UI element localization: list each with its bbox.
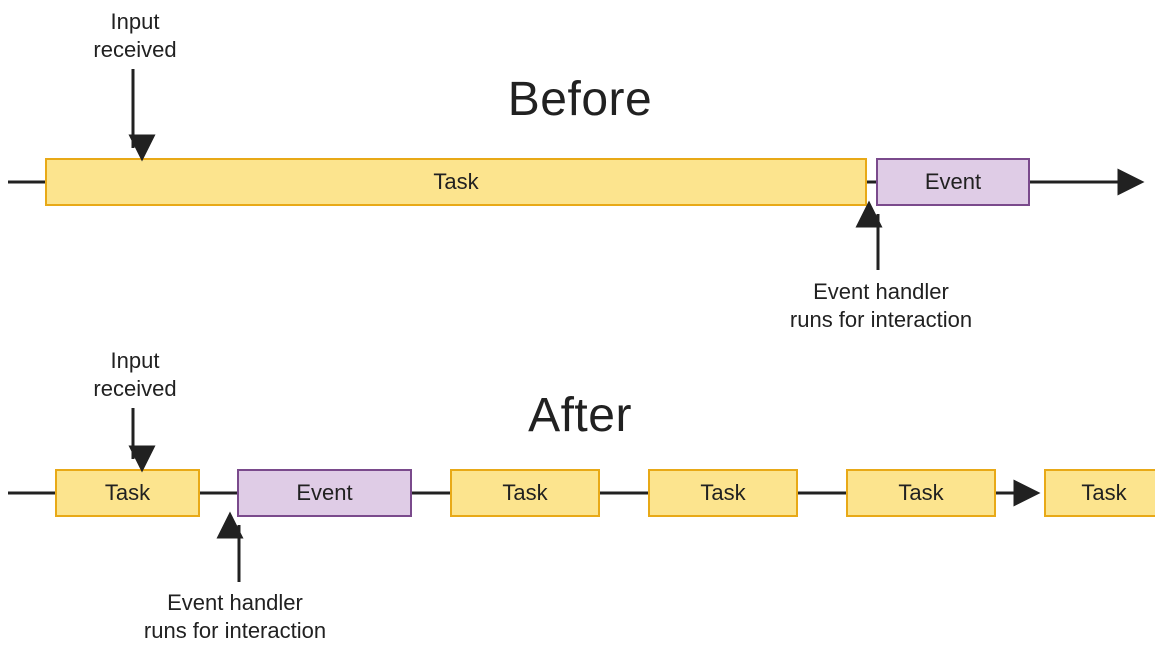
before-event-block: Event xyxy=(876,158,1030,206)
annotation-input-received-before: Input received xyxy=(80,8,190,63)
block-label: Task xyxy=(502,480,547,506)
after-task-block-1: Task xyxy=(55,469,200,517)
annotation-event-handler-after: Event handler runs for interaction xyxy=(130,589,340,644)
after-task-block-2: Task xyxy=(450,469,600,517)
block-label: Task xyxy=(1081,480,1126,506)
after-task-block-5-truncated: Task xyxy=(1044,469,1155,517)
heading-before: Before xyxy=(420,72,740,127)
block-label: Task xyxy=(700,480,745,506)
annotation-input-received-after: Input received xyxy=(80,347,190,402)
diagram-canvas: Before After Input received Event handle… xyxy=(0,0,1155,647)
after-task-block-3: Task xyxy=(648,469,798,517)
block-label: Task xyxy=(105,480,150,506)
block-label: Event xyxy=(925,169,981,195)
after-event-block: Event xyxy=(237,469,412,517)
block-label: Event xyxy=(296,480,352,506)
annotation-event-handler-before: Event handler runs for interaction xyxy=(776,278,986,333)
heading-after: After xyxy=(420,388,740,443)
before-task-block: Task xyxy=(45,158,867,206)
block-label: Task xyxy=(898,480,943,506)
after-task-block-4: Task xyxy=(846,469,996,517)
block-label: Task xyxy=(433,169,478,195)
